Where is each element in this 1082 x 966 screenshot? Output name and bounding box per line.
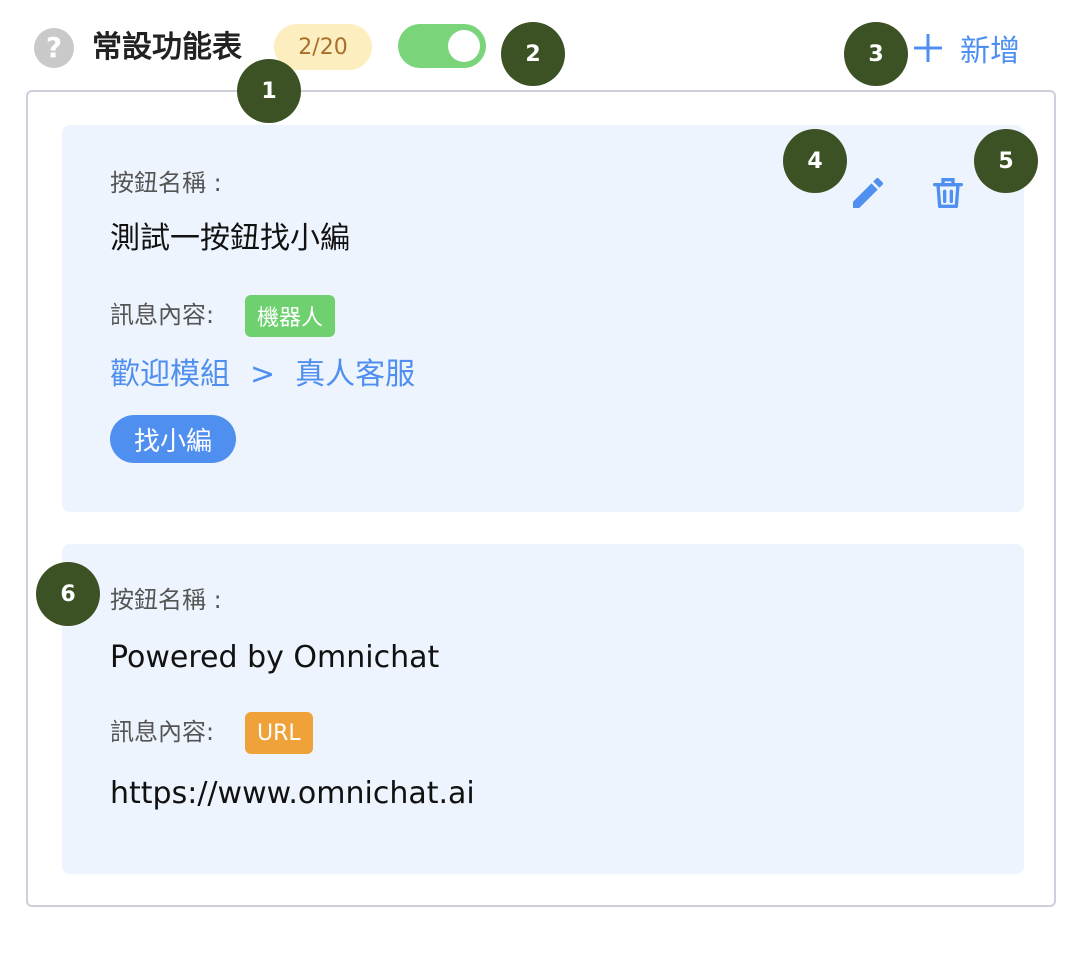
message-content-label: 訊息內容: [110, 718, 215, 746]
marker-2: 2 [501, 22, 565, 86]
menu-item-card: 按鈕名稱 : Powered by Omnichat 訊息內容: URL htt… [62, 544, 1024, 874]
pencil-icon [853, 177, 884, 208]
button-name-value: 測試一按鈕找小編 [110, 221, 350, 256]
button-name-label: 按鈕名稱 : [110, 169, 222, 197]
flow-separator: > [250, 357, 276, 392]
marker-6: 6 [36, 562, 100, 626]
marker-3: 3 [844, 22, 908, 86]
edit-button[interactable] [846, 171, 890, 215]
flow-target-link[interactable]: 真人客服 [295, 357, 415, 392]
url-value[interactable]: https://www.omnichat.ai [110, 774, 475, 814]
add-button-label: 新增 [960, 34, 1020, 69]
add-button[interactable]: 新增 [914, 26, 1020, 70]
toggle-knob [448, 30, 480, 62]
fixed-menu-settings: ? 常設功能表 2/20 新增 按鈕名稱 : 測試一按鈕找小編 訊息內容: 機器… [0, 0, 1082, 966]
plus-icon [914, 34, 942, 62]
message-type-tag: 機器人 [245, 295, 336, 337]
menu-items-panel: 按鈕名稱 : 測試一按鈕找小編 訊息內容: 機器人 歡迎模組 > 真人客服 找小編 [26, 90, 1056, 907]
message-content-label: 訊息內容: [110, 301, 215, 329]
marker-4: 4 [783, 129, 847, 193]
enable-toggle[interactable] [398, 24, 486, 68]
marker-5: 5 [974, 129, 1038, 193]
count-badge: 2/20 [274, 24, 372, 70]
menu-item-card: 按鈕名稱 : 測試一按鈕找小編 訊息內容: 機器人 歡迎模組 > 真人客服 找小編 [62, 125, 1024, 512]
delete-button[interactable] [926, 171, 970, 215]
trash-icon [933, 178, 963, 208]
quick-reply-pill[interactable]: 找小編 [110, 415, 237, 463]
marker-1: 1 [237, 59, 301, 123]
button-name-label: 按鈕名稱 : [110, 586, 222, 614]
flow-module-link[interactable]: 歡迎模組 [110, 357, 230, 392]
button-name-value: Powered by Omnichat [110, 640, 440, 675]
question-circle-icon[interactable]: ? [34, 28, 74, 68]
page-title: 常設功能表 [92, 30, 242, 65]
message-type-tag: URL [245, 712, 313, 754]
flow-path[interactable]: 歡迎模組 > 真人客服 [110, 355, 415, 395]
